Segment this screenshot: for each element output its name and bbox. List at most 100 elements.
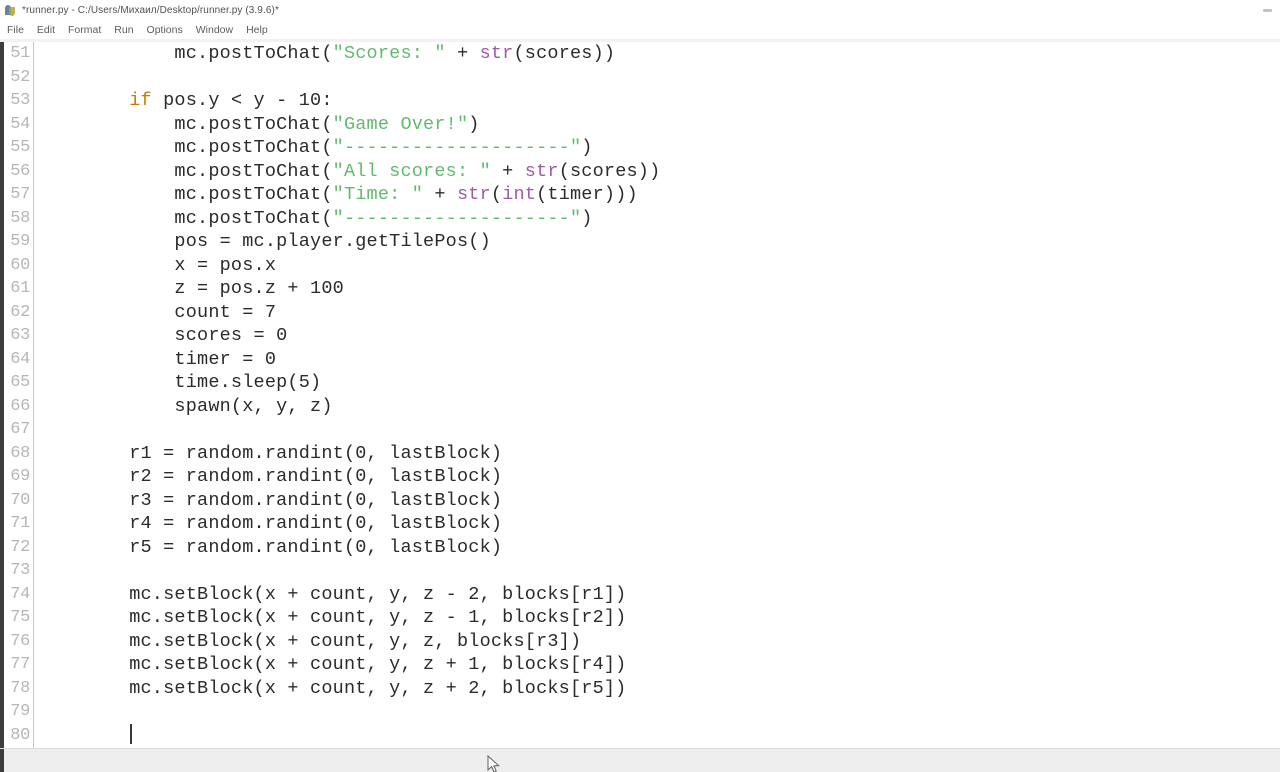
line-number: 62	[10, 302, 30, 322]
code-token-plain: mc.setBlock(x + count, y, z + 2, blocks[…	[84, 677, 627, 699]
line-number: 67	[10, 420, 30, 439]
code-token-plain: mc.setBlock(x + count, y, z - 2, blocks[…	[84, 583, 627, 605]
code-line[interactable]: pos = mc.player.getTilePos()	[34, 230, 1280, 254]
code-token-bi: str	[456, 184, 491, 205]
code-line[interactable]: mc.postToChat("All scores: " + str(score…	[34, 160, 1280, 184]
menu-item-format[interactable]: Format	[68, 24, 109, 36]
code-line[interactable]: r1 = random.randint(0, lastBlock)	[34, 442, 1280, 466]
code-line[interactable]: spawn(x, y, z)	[34, 395, 1280, 419]
python-idle-icon	[4, 4, 17, 17]
code-line[interactable]: x = pos.x	[34, 254, 1280, 278]
code-token-str: "Scores: "	[332, 43, 446, 64]
code-token-str: "Time: "	[332, 184, 424, 205]
code-token-plain: count = 7	[84, 301, 277, 323]
minimize-button[interactable]	[1254, 0, 1280, 21]
code-line[interactable]: mc.setBlock(x + count, y, z - 1, blocks[…	[34, 606, 1280, 630]
line-number: 69	[10, 467, 30, 486]
menu-item-options[interactable]: Options	[147, 24, 191, 36]
code-line[interactable]: timer = 0	[34, 348, 1280, 372]
code-token-plain: r5 = random.randint(0, lastBlock)	[84, 536, 503, 558]
code-line[interactable]: r2 = random.randint(0, lastBlock)	[34, 465, 1280, 489]
code-line[interactable]: mc.setBlock(x + count, y, z + 1, blocks[…	[34, 653, 1280, 677]
code-token-plain: r3 = random.randint(0, lastBlock)	[84, 489, 503, 511]
line-number: 54	[10, 114, 30, 134]
code-token-plain: mc.setBlock(x + count, y, z, blocks[r3])	[84, 630, 582, 652]
code-line[interactable]: mc.postToChat("Game Over!")	[34, 113, 1280, 137]
code-token-plain: (	[490, 184, 503, 205]
code-editor[interactable]: 51 52 53 54 55 56 57 58 59 60 61 62 63 64 65 66 67 68 69 70…	[0, 42, 1280, 748]
menu-item-window[interactable]: Window	[196, 24, 241, 36]
code-token-plain: mc.postToChat(	[84, 113, 333, 135]
line-number: 53	[10, 91, 30, 110]
code-token-plain: pos.y < y - 10:	[151, 90, 333, 111]
code-token-plain: mc.postToChat(	[84, 184, 333, 205]
code-token-str: "--------------------"	[332, 137, 582, 158]
code-token-plain: r2 = random.randint(0, lastBlock)	[84, 466, 503, 487]
code-line[interactable]: if pos.y < y - 10:	[34, 89, 1280, 113]
code-token-plain: +	[423, 184, 457, 205]
window-controls	[1254, 0, 1280, 21]
code-token-plain: )	[468, 113, 480, 135]
code-line[interactable]: mc.postToChat("Scores: " + str(scores))	[34, 42, 1280, 66]
line-number: 52	[10, 67, 30, 87]
menu-item-help[interactable]: Help	[246, 24, 276, 36]
code-line[interactable]: mc.setBlock(x + count, y, z - 2, blocks[…	[34, 583, 1280, 607]
line-number: 58	[10, 208, 30, 228]
menu-item-file[interactable]: File	[7, 24, 32, 36]
code-line[interactable]: mc.postToChat("Time: " + str(int(timer))…	[34, 183, 1280, 207]
line-number: 79	[10, 702, 30, 721]
line-number: 55	[10, 138, 30, 157]
line-number: 60	[10, 255, 30, 275]
code-line[interactable]: mc.setBlock(x + count, y, z, blocks[r3])	[34, 630, 1280, 654]
code-token-plain: time.sleep(5)	[84, 372, 322, 393]
code-token-plain: z = pos.z + 100	[84, 278, 344, 299]
code-token-str: "Game Over!"	[332, 113, 469, 135]
line-number: 65	[10, 373, 30, 392]
line-number-gutter: 51 52 53 54 55 56 57 58 59 60 61 62 63 64 65 66 67 68 69 70…	[4, 42, 33, 748]
code-token-plain: mc.postToChat(	[84, 207, 333, 229]
code-token-plain: )	[581, 207, 593, 229]
code-line[interactable]	[34, 723, 1280, 748]
code-line[interactable]: mc.postToChat("--------------------")	[34, 207, 1280, 231]
code-text-area[interactable]: mc.postToChat("Scores: " + str(scores)) …	[34, 42, 1280, 748]
line-number: 61	[10, 279, 30, 298]
window-bottom-left-edge	[0, 749, 4, 772]
code-token-plain: mc.setBlock(x + count, y, z - 1, blocks[…	[84, 607, 627, 628]
line-number: 63	[10, 326, 30, 345]
code-line[interactable]: r4 = random.randint(0, lastBlock)	[34, 512, 1280, 536]
code-line[interactable]: r5 = random.randint(0, lastBlock)	[34, 536, 1280, 560]
code-line[interactable]: mc.setBlock(x + count, y, z + 2, blocks[…	[34, 677, 1280, 701]
code-token-str: "--------------------"	[332, 207, 582, 229]
line-number: 80	[10, 725, 30, 745]
line-number: 77	[10, 655, 30, 674]
code-line[interactable]: mc.postToChat("--------------------")	[34, 136, 1280, 160]
line-number: 64	[10, 349, 30, 369]
idle-editor-window: *runner.py - C:/Users/Михаил/Desktop/run…	[0, 0, 1280, 772]
code-line[interactable]: time.sleep(5)	[34, 371, 1280, 395]
menu-item-run[interactable]: Run	[114, 24, 141, 36]
code-line[interactable]	[34, 559, 1280, 583]
menu-item-edit[interactable]: Edit	[37, 24, 63, 36]
code-token-plain: timer = 0	[84, 348, 277, 370]
line-number: 51	[10, 44, 30, 63]
code-line[interactable]	[34, 418, 1280, 442]
code-line[interactable]: z = pos.z + 100	[34, 277, 1280, 301]
code-token-plain: +	[490, 160, 525, 182]
code-line[interactable]	[34, 66, 1280, 90]
code-line[interactable]: r3 = random.randint(0, lastBlock)	[34, 489, 1280, 513]
line-number: 70	[10, 490, 30, 510]
status-bar	[0, 748, 1280, 772]
code-token-str: "All scores: "	[332, 160, 491, 182]
code-token-plain: x = pos.x	[84, 254, 277, 276]
code-line[interactable]: scores = 0	[34, 324, 1280, 348]
code-token-plain: mc.postToChat(	[84, 137, 333, 158]
code-line[interactable]: count = 7	[34, 301, 1280, 325]
code-line[interactable]	[34, 700, 1280, 724]
code-token-plain: mc.postToChat(	[84, 43, 333, 64]
text-caret	[130, 723, 133, 744]
code-token-bi: str	[524, 160, 559, 182]
line-number: 76	[10, 631, 30, 651]
title-bar[interactable]: *runner.py - C:/Users/Михаил/Desktop/run…	[0, 0, 1280, 21]
